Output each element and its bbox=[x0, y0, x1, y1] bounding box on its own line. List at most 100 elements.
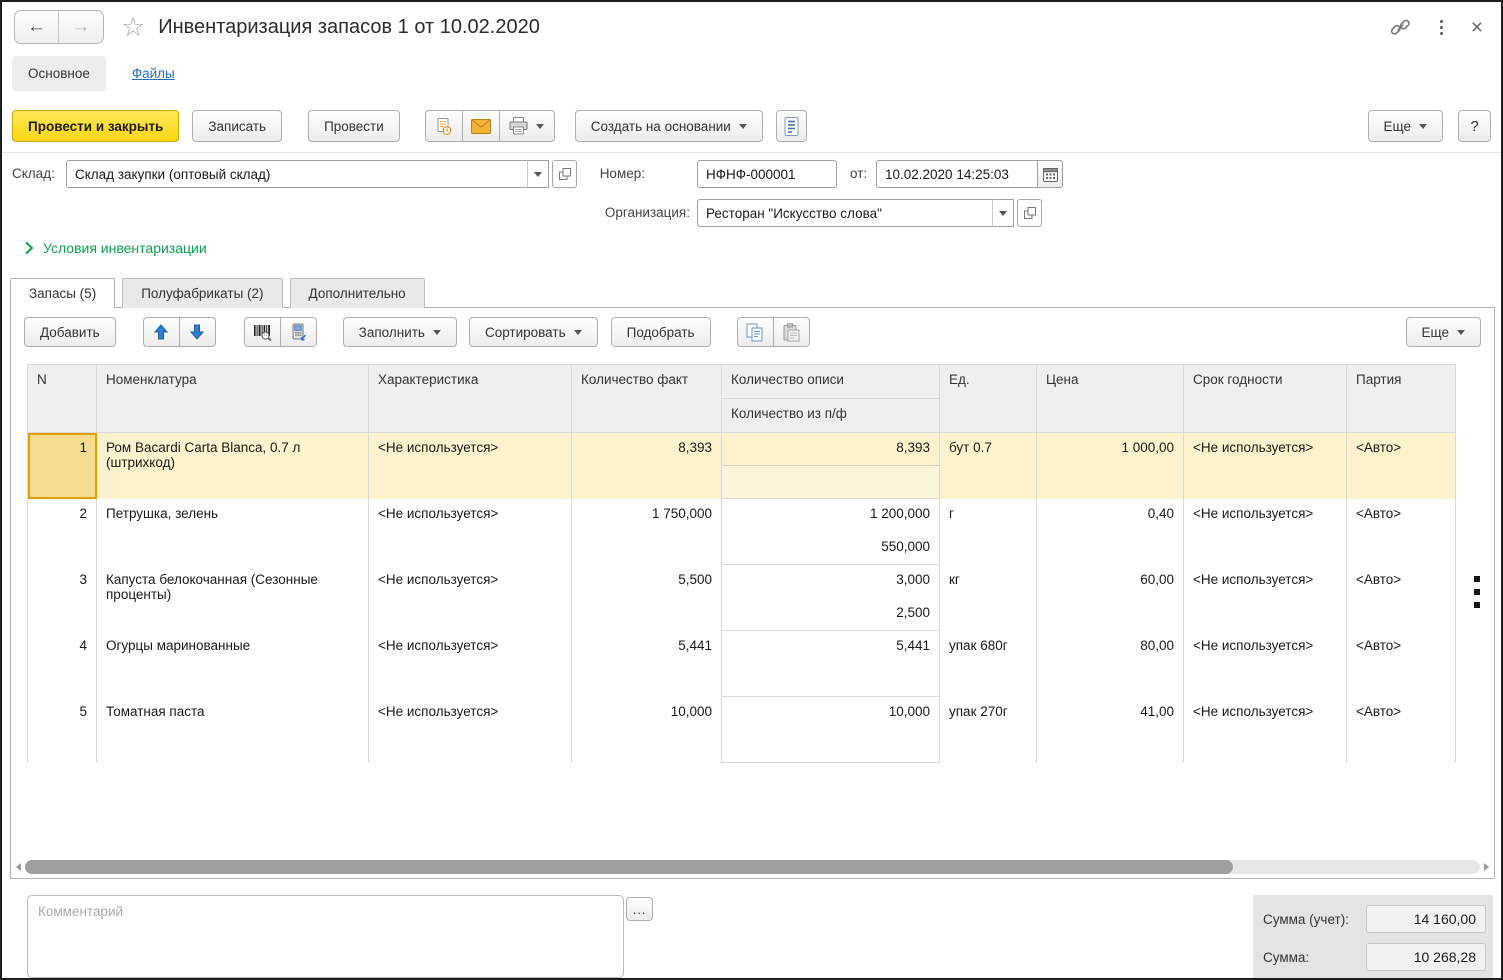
cell-batch[interactable]: <Авто> bbox=[1347, 433, 1456, 499]
cell-nomenclature[interactable]: Томатная паста bbox=[97, 697, 369, 763]
warehouse-input[interactable] bbox=[66, 160, 528, 188]
header-cell-shelf-life[interactable]: Срок годности bbox=[1184, 365, 1347, 433]
cell-unit[interactable]: кг bbox=[940, 565, 1037, 631]
paste-rows-button[interactable] bbox=[773, 317, 810, 347]
cell-batch[interactable]: <Авто> bbox=[1347, 565, 1456, 631]
organization-input[interactable] bbox=[697, 199, 993, 227]
cell-n[interactable]: 4 bbox=[28, 631, 97, 697]
cell-nomenclature[interactable]: Ром Bacardi Carta Blanca, 0.7 л (штрихко… bbox=[97, 433, 369, 499]
cell-qty-list[interactable]: 10,000 bbox=[722, 697, 940, 730]
kebab-menu-icon[interactable] bbox=[1440, 20, 1443, 35]
cell-qty-fact[interactable]: 5,441 bbox=[572, 631, 722, 697]
header-cell-qty-semi[interactable]: Количество из п/ф bbox=[722, 399, 940, 433]
cell-qty-semi[interactable] bbox=[722, 664, 940, 697]
cell-batch[interactable]: <Авто> bbox=[1347, 697, 1456, 763]
barcode-scan-button[interactable] bbox=[244, 317, 281, 347]
cell-price[interactable]: 0,40 bbox=[1037, 499, 1184, 565]
cell-price[interactable]: 60,00 bbox=[1037, 565, 1184, 631]
add-button[interactable]: Добавить bbox=[24, 317, 116, 347]
write-button[interactable]: Записать bbox=[192, 110, 282, 142]
create-based-on-button[interactable]: Создать на основании bbox=[575, 110, 763, 142]
favorite-star-icon[interactable]: ☆ bbox=[121, 14, 145, 41]
scrollbar-thumb[interactable] bbox=[25, 860, 1233, 874]
cell-qty-list[interactable]: 5,441 bbox=[722, 631, 940, 664]
print-button[interactable] bbox=[499, 110, 555, 142]
cell-characteristic[interactable]: <Не используется> bbox=[369, 697, 572, 763]
cell-qty-fact[interactable]: 1 750,000 bbox=[572, 499, 722, 565]
cell-n[interactable]: 3 bbox=[28, 565, 97, 631]
header-cell-batch[interactable]: Партия bbox=[1347, 365, 1456, 433]
cell-characteristic[interactable]: <Не используется> bbox=[369, 631, 572, 697]
fill-button[interactable]: Заполнить bbox=[343, 317, 457, 347]
cell-qty-semi[interactable] bbox=[722, 466, 940, 499]
calendar-button[interactable] bbox=[1037, 160, 1063, 188]
cell-unit[interactable]: бут 0.7 bbox=[940, 433, 1037, 499]
cell-qty-semi[interactable] bbox=[722, 730, 940, 763]
header-cell-unit[interactable]: Ед. bbox=[940, 365, 1037, 433]
cell-qty-semi[interactable]: 550,000 bbox=[722, 532, 940, 565]
cell-nomenclature[interactable]: Огурцы маринованные bbox=[97, 631, 369, 697]
cell-nomenclature[interactable]: Петрушка, зелень bbox=[97, 499, 369, 565]
header-cell-nomenclature[interactable]: Номенклатура bbox=[97, 365, 369, 433]
copy-rows-button[interactable] bbox=[737, 317, 774, 347]
link-icon[interactable] bbox=[1389, 16, 1412, 39]
back-button[interactable]: ← bbox=[15, 11, 59, 43]
cell-qty-fact[interactable]: 10,000 bbox=[572, 697, 722, 763]
cell-qty-fact[interactable]: 5,500 bbox=[572, 565, 722, 631]
cell-n[interactable]: 1 bbox=[28, 433, 97, 499]
post-and-close-button[interactable]: Провести и закрыть bbox=[12, 110, 179, 142]
data-terminal-button[interactable] bbox=[280, 317, 317, 347]
cell-price[interactable]: 80,00 bbox=[1037, 631, 1184, 697]
doc-clock-button[interactable] bbox=[425, 110, 463, 142]
number-input[interactable] bbox=[697, 160, 837, 188]
table-more-button[interactable]: Еще bbox=[1406, 317, 1481, 347]
nav-tab-main[interactable]: Основное bbox=[12, 56, 106, 91]
pick-button[interactable]: Подобрать bbox=[611, 317, 711, 347]
date-input[interactable] bbox=[876, 160, 1038, 188]
cell-qty-list[interactable]: 3,000 bbox=[722, 565, 940, 598]
close-icon[interactable]: × bbox=[1471, 17, 1483, 38]
forward-button[interactable]: → bbox=[59, 11, 103, 43]
splitter-grip[interactable] bbox=[1474, 576, 1480, 608]
organization-open-button[interactable] bbox=[1017, 199, 1042, 227]
cell-unit[interactable]: упак 680г bbox=[940, 631, 1037, 697]
help-button[interactable]: ? bbox=[1458, 110, 1491, 142]
move-down-button[interactable] bbox=[179, 317, 216, 347]
cell-characteristic[interactable]: <Не используется> bbox=[369, 499, 572, 565]
horizontal-scrollbar[interactable] bbox=[16, 859, 1489, 875]
tab-stocks[interactable]: Запасы (5) bbox=[10, 278, 115, 308]
tab-additional[interactable]: Дополнительно bbox=[290, 278, 425, 308]
cell-price[interactable]: 1 000,00 bbox=[1037, 433, 1184, 499]
nav-tab-files[interactable]: Файлы bbox=[132, 66, 175, 81]
move-up-button[interactable] bbox=[143, 317, 180, 347]
organization-dropdown-button[interactable] bbox=[992, 199, 1014, 227]
cell-characteristic[interactable]: <Не используется> bbox=[369, 433, 572, 499]
header-cell-qty-list[interactable]: Количество описи bbox=[722, 365, 940, 399]
cell-n[interactable]: 5 bbox=[28, 697, 97, 763]
cell-price[interactable]: 41,00 bbox=[1037, 697, 1184, 763]
scroll-left-arrow[interactable] bbox=[16, 863, 21, 871]
sort-button[interactable]: Сортировать bbox=[469, 317, 598, 347]
mail-button[interactable] bbox=[462, 110, 500, 142]
cell-batch[interactable]: <Авто> bbox=[1347, 631, 1456, 697]
post-button[interactable]: Провести bbox=[308, 110, 400, 142]
cell-nomenclature[interactable]: Капуста белокочанная (Сезонные проценты) bbox=[97, 565, 369, 631]
tab-semifinished[interactable]: Полуфабрикаты (2) bbox=[122, 278, 282, 308]
cell-unit[interactable]: упак 270г bbox=[940, 697, 1037, 763]
cell-shelf-life[interactable]: <Не используется> bbox=[1184, 631, 1347, 697]
cell-shelf-life[interactable]: <Не используется> bbox=[1184, 565, 1347, 631]
cell-qty-fact[interactable]: 8,393 bbox=[572, 433, 722, 499]
scrollbar-track[interactable] bbox=[25, 860, 1480, 874]
header-cell-n[interactable]: N bbox=[28, 365, 97, 433]
header-cell-qty-fact[interactable]: Количество факт bbox=[572, 365, 722, 433]
cell-shelf-life[interactable]: <Не используется> bbox=[1184, 499, 1347, 565]
report-button[interactable] bbox=[776, 110, 807, 142]
cell-qty-list[interactable]: 1 200,000 bbox=[722, 499, 940, 532]
comment-textarea[interactable] bbox=[27, 895, 624, 978]
cell-unit[interactable]: г bbox=[940, 499, 1037, 565]
cell-qty-list[interactable]: 8,393 bbox=[722, 433, 940, 466]
cell-batch[interactable]: <Авто> bbox=[1347, 499, 1456, 565]
cell-n[interactable]: 2 bbox=[28, 499, 97, 565]
header-cell-characteristic[interactable]: Характеристика bbox=[369, 365, 572, 433]
scroll-right-arrow[interactable] bbox=[1484, 863, 1489, 871]
